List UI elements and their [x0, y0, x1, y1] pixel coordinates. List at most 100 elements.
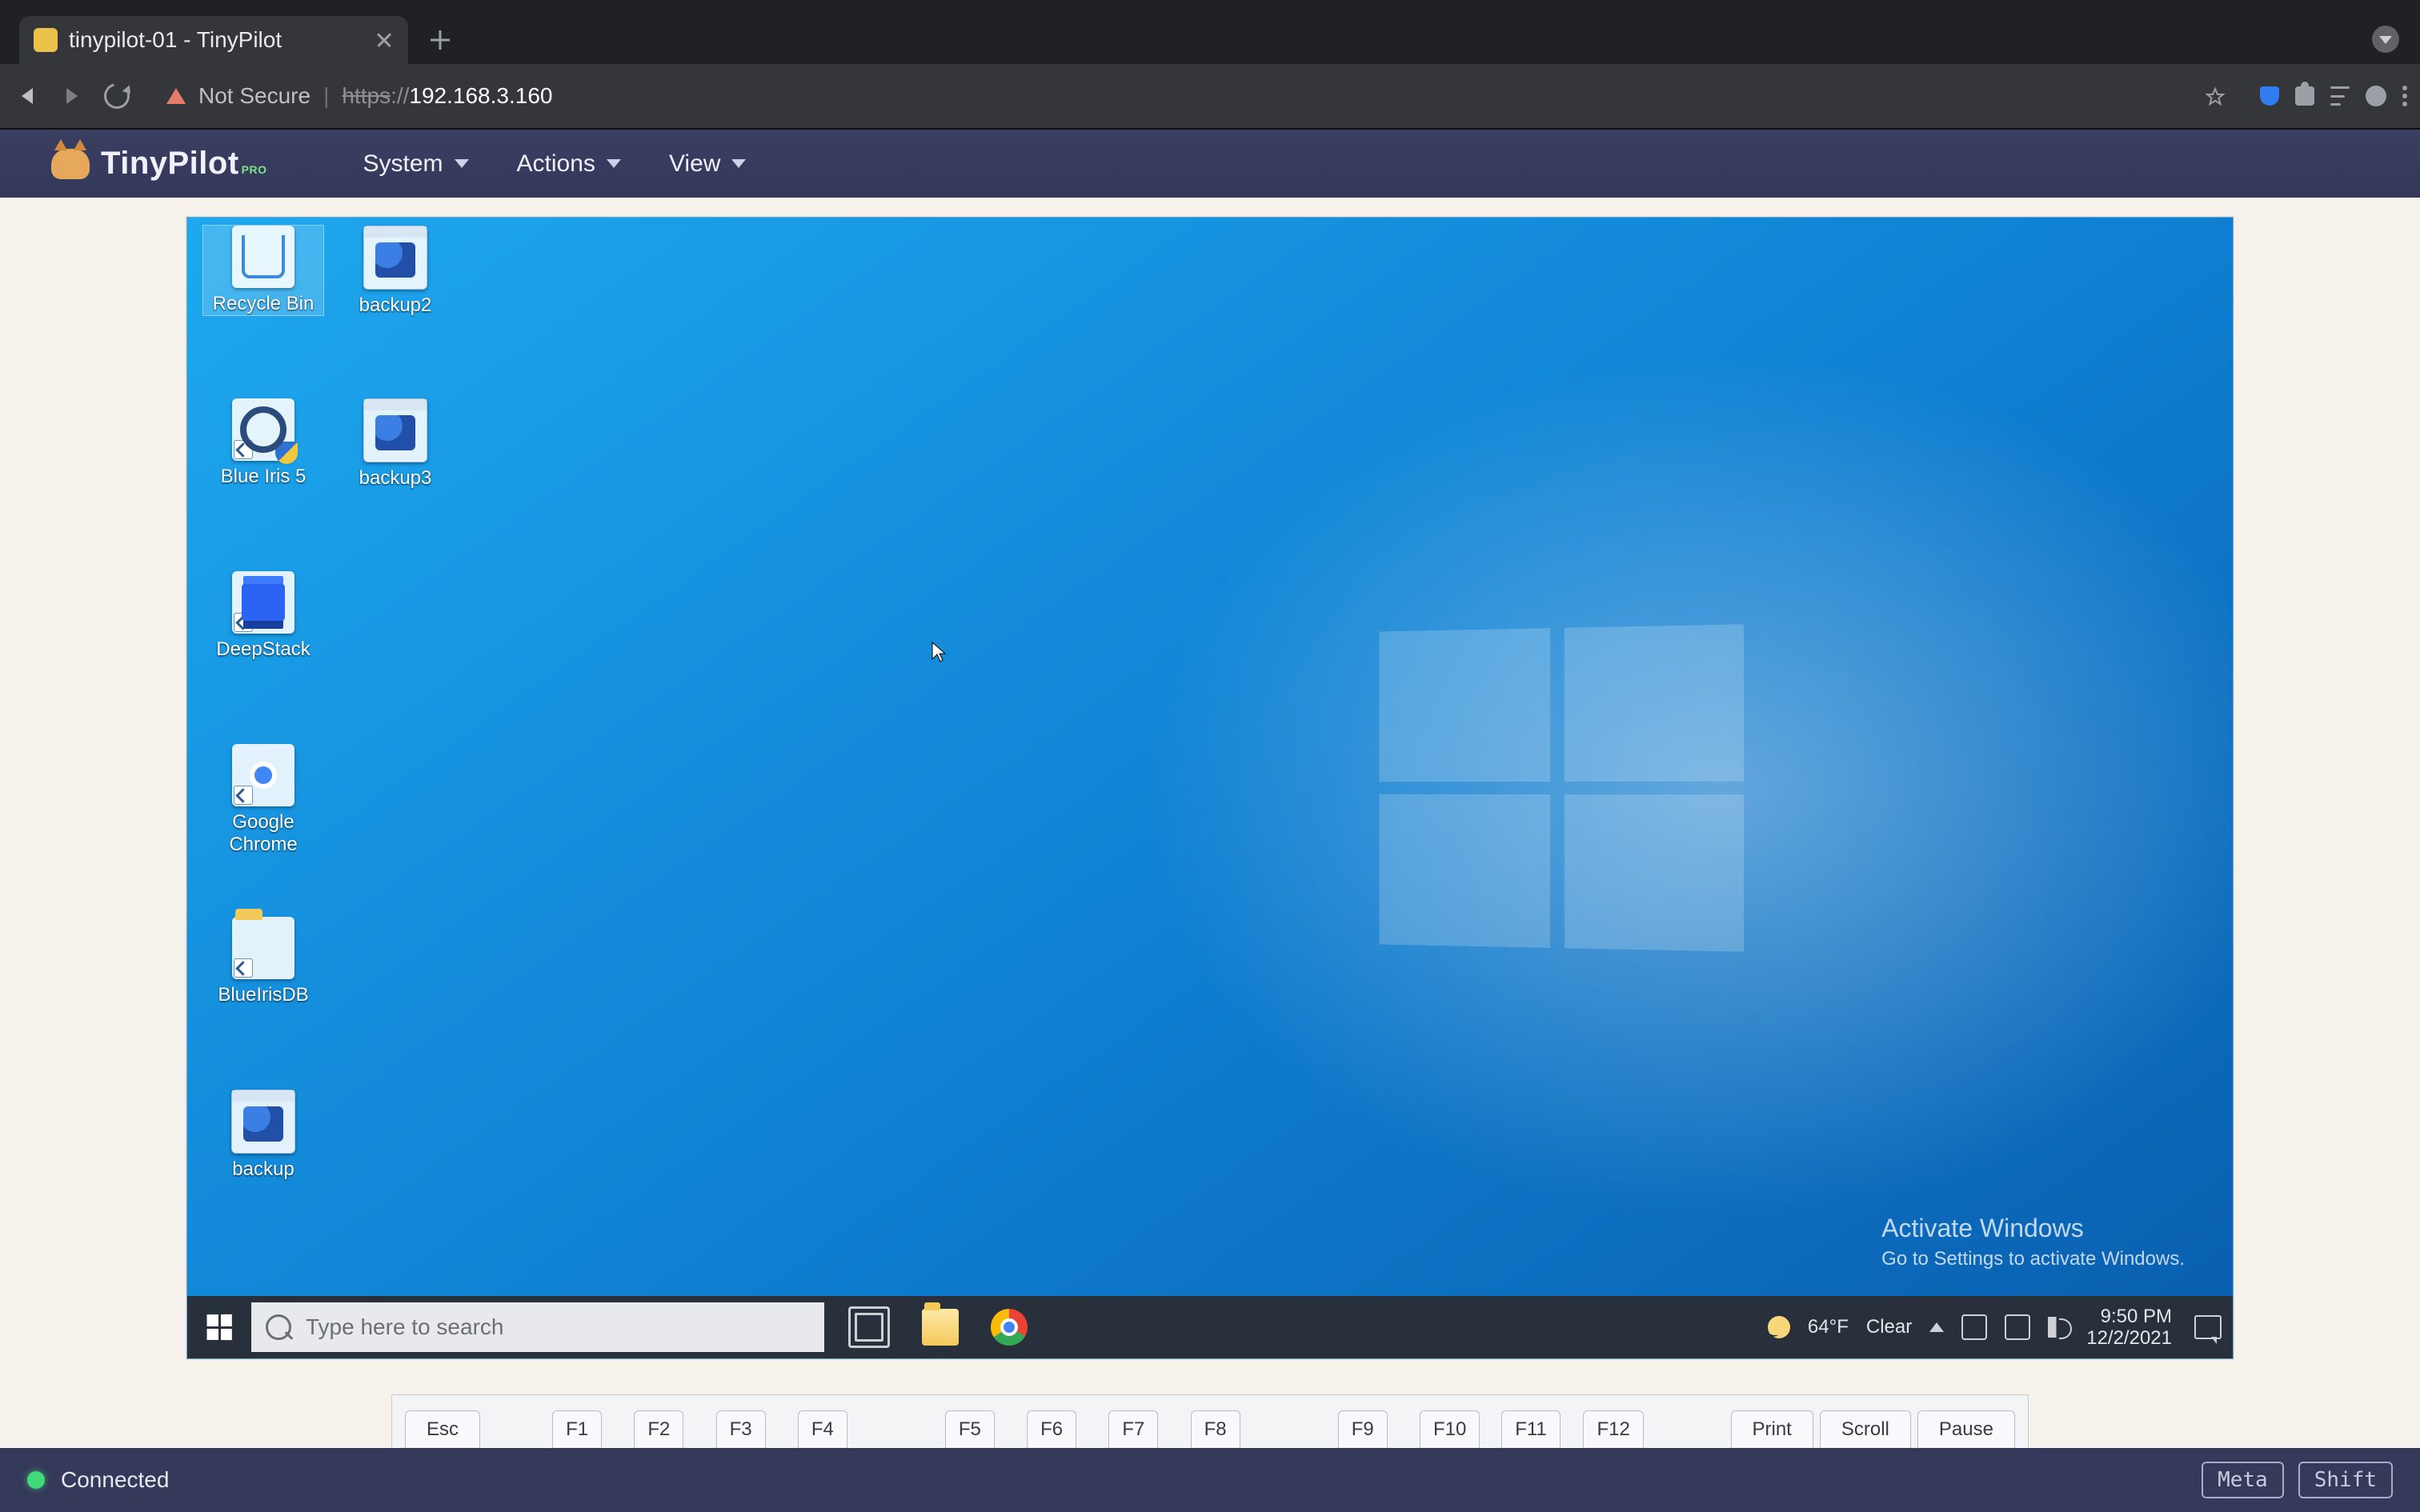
browser-account-indicator[interactable] — [2372, 26, 2399, 53]
remote-screen[interactable]: Activate Windows Go to Settings to activ… — [186, 217, 2234, 1359]
address-bar[interactable]: Not Secure | https://192.168.3.160 — [147, 74, 2244, 118]
key-esc[interactable]: Esc — [405, 1410, 480, 1448]
extensions-icon[interactable] — [2295, 86, 2314, 106]
key-f7[interactable]: F7 — [1108, 1410, 1158, 1448]
key-f6[interactable]: F6 — [1027, 1410, 1076, 1448]
tray-icon-1[interactable] — [1961, 1314, 1987, 1340]
desktop-icon-deepstack[interactable]: DeepStack — [203, 571, 323, 661]
tray-icon-2[interactable] — [2005, 1314, 2030, 1340]
weather-condition[interactable]: Clear — [1866, 1316, 1912, 1338]
windows-logo — [1380, 625, 1745, 952]
status-dot-icon — [27, 1471, 45, 1489]
taskbar-search[interactable]: Type here to search — [251, 1302, 824, 1352]
blueirisdb-icon — [232, 917, 294, 979]
desktop-icon-recycle-bin[interactable]: Recycle Bin — [203, 226, 323, 315]
extension-shield-icon[interactable] — [2260, 86, 2279, 106]
key-f8[interactable]: F8 — [1191, 1410, 1240, 1448]
remote-cursor-icon — [932, 642, 946, 662]
desktop-icon-backup2[interactable]: backup2 — [335, 226, 455, 317]
action-center-icon[interactable] — [2194, 1315, 2222, 1339]
desktop-icon-label: backup — [203, 1158, 323, 1181]
media-controls-icon[interactable] — [2330, 84, 2350, 108]
url-host: 192.168.3.160 — [409, 83, 552, 108]
key-f12[interactable]: F12 — [1583, 1410, 1643, 1448]
browser-tab-active[interactable]: tinypilot-01 - TinyPilot — [19, 16, 408, 64]
menu-view[interactable]: View — [669, 150, 746, 178]
tray-overflow-icon[interactable] — [1929, 1322, 1944, 1332]
reload-icon — [99, 78, 134, 114]
taskbar-date: 12/2/2021 — [2086, 1327, 2172, 1350]
browser-menu-icon[interactable] — [2402, 86, 2407, 106]
backup-icon — [231, 1090, 295, 1154]
back-button[interactable] — [13, 82, 42, 110]
modifier-pill-meta[interactable]: Meta — [2202, 1462, 2284, 1498]
key-f10[interactable]: F10 — [1420, 1410, 1480, 1448]
forward-button[interactable] — [58, 82, 86, 110]
desktop-icon-backup3[interactable]: backup3 — [335, 398, 455, 490]
tab-title: tinypilot-01 - TinyPilot — [69, 27, 367, 53]
shortcut-arrow-icon — [234, 440, 253, 459]
desktop-icon-label: Google Chrome — [203, 811, 323, 856]
search-icon — [266, 1314, 291, 1340]
weather-temp[interactable]: 64°F — [1808, 1316, 1849, 1338]
backup2-icon — [363, 226, 427, 290]
activate-line1: Activate Windows — [1881, 1214, 2185, 1243]
menu-system[interactable]: System — [363, 150, 469, 178]
bookmark-star-icon[interactable] — [2206, 86, 2225, 106]
key-scroll[interactable]: Scroll — [1820, 1410, 1911, 1448]
modifier-pill-shift[interactable]: Shift — [2298, 1462, 2393, 1498]
url-protocol: https — [342, 83, 391, 108]
browser-toolbar: Not Secure | https://192.168.3.160 — [0, 64, 2420, 130]
key-pause[interactable]: Pause — [1917, 1410, 2015, 1448]
chevron-down-icon — [731, 159, 746, 168]
windows-start-icon — [207, 1314, 232, 1340]
deepstack-icon — [232, 571, 294, 634]
onscreen-keyboard: Esc F1 F2 F3 F4 F5 F6 F7 F8 F9 F10 F11 F12 PrintScrol… — [391, 1394, 2029, 1448]
menu-actions[interactable]: Actions — [517, 150, 621, 178]
file-explorer-icon[interactable] — [922, 1309, 959, 1346]
not-secure-icon — [166, 88, 186, 104]
key-f9[interactable]: F9 — [1338, 1410, 1388, 1448]
reload-button[interactable] — [102, 82, 131, 110]
tinypilot-cat-icon — [51, 149, 90, 179]
taskbar-clock[interactable]: 9:50 PM 12/2/2021 — [2086, 1306, 2172, 1350]
key-f5[interactable]: F5 — [945, 1410, 995, 1448]
desktop-icon-label: Blue Iris 5 — [203, 466, 323, 488]
key-print[interactable]: Print — [1731, 1410, 1813, 1448]
menu-view-label: View — [669, 150, 720, 178]
tinypilot-logo[interactable]: TinyPilot PRO — [51, 146, 267, 182]
desktop-icon-google-chrome[interactable]: Google Chrome — [203, 744, 323, 856]
chrome-taskbar-icon[interactable] — [991, 1309, 1028, 1346]
new-tab-button[interactable] — [423, 22, 458, 58]
desktop-icon-label: BlueIrisDB — [203, 984, 323, 1006]
tinypilot-pro-badge: PRO — [242, 163, 267, 176]
google-chrome-icon — [232, 744, 294, 806]
task-view-icon[interactable] — [848, 1306, 890, 1348]
chevron-down-icon — [607, 159, 621, 168]
start-button[interactable] — [187, 1296, 251, 1358]
desktop-icon-label: backup3 — [335, 467, 455, 490]
desktop-icon-label: Recycle Bin — [203, 293, 323, 315]
taskbar-time: 9:50 PM — [2086, 1306, 2172, 1328]
tab-favicon — [34, 28, 58, 52]
shortcut-arrow-icon — [234, 958, 253, 978]
desktop-icon-blueirisdb[interactable]: BlueIrisDB — [203, 917, 323, 1006]
blue-iris-5-icon — [232, 398, 294, 461]
key-f2[interactable]: F2 — [634, 1410, 683, 1448]
backup3-icon — [363, 398, 427, 462]
desktop-icon-backup[interactable]: backup — [203, 1090, 323, 1181]
key-f4[interactable]: F4 — [798, 1410, 847, 1448]
close-tab-icon[interactable] — [375, 30, 394, 50]
volume-icon[interactable] — [2048, 1317, 2069, 1338]
profile-avatar-icon[interactable] — [2366, 86, 2386, 106]
shortcut-arrow-icon — [234, 613, 253, 632]
page-body: Activate Windows Go to Settings to activ… — [0, 198, 2420, 1448]
tinypilot-wordmark: TinyPilot — [101, 146, 239, 182]
desktop-icon-blue-iris-5[interactable]: Blue Iris 5 — [203, 398, 323, 488]
key-f11[interactable]: F11 — [1501, 1410, 1561, 1448]
key-f1[interactable]: F1 — [552, 1410, 602, 1448]
key-f3[interactable]: F3 — [716, 1410, 766, 1448]
urlbar-separator: | — [323, 83, 329, 109]
arrow-left-icon — [22, 88, 33, 104]
remote-taskbar: Type here to search 64°F Clear 9:50 PM 1… — [187, 1296, 2233, 1358]
